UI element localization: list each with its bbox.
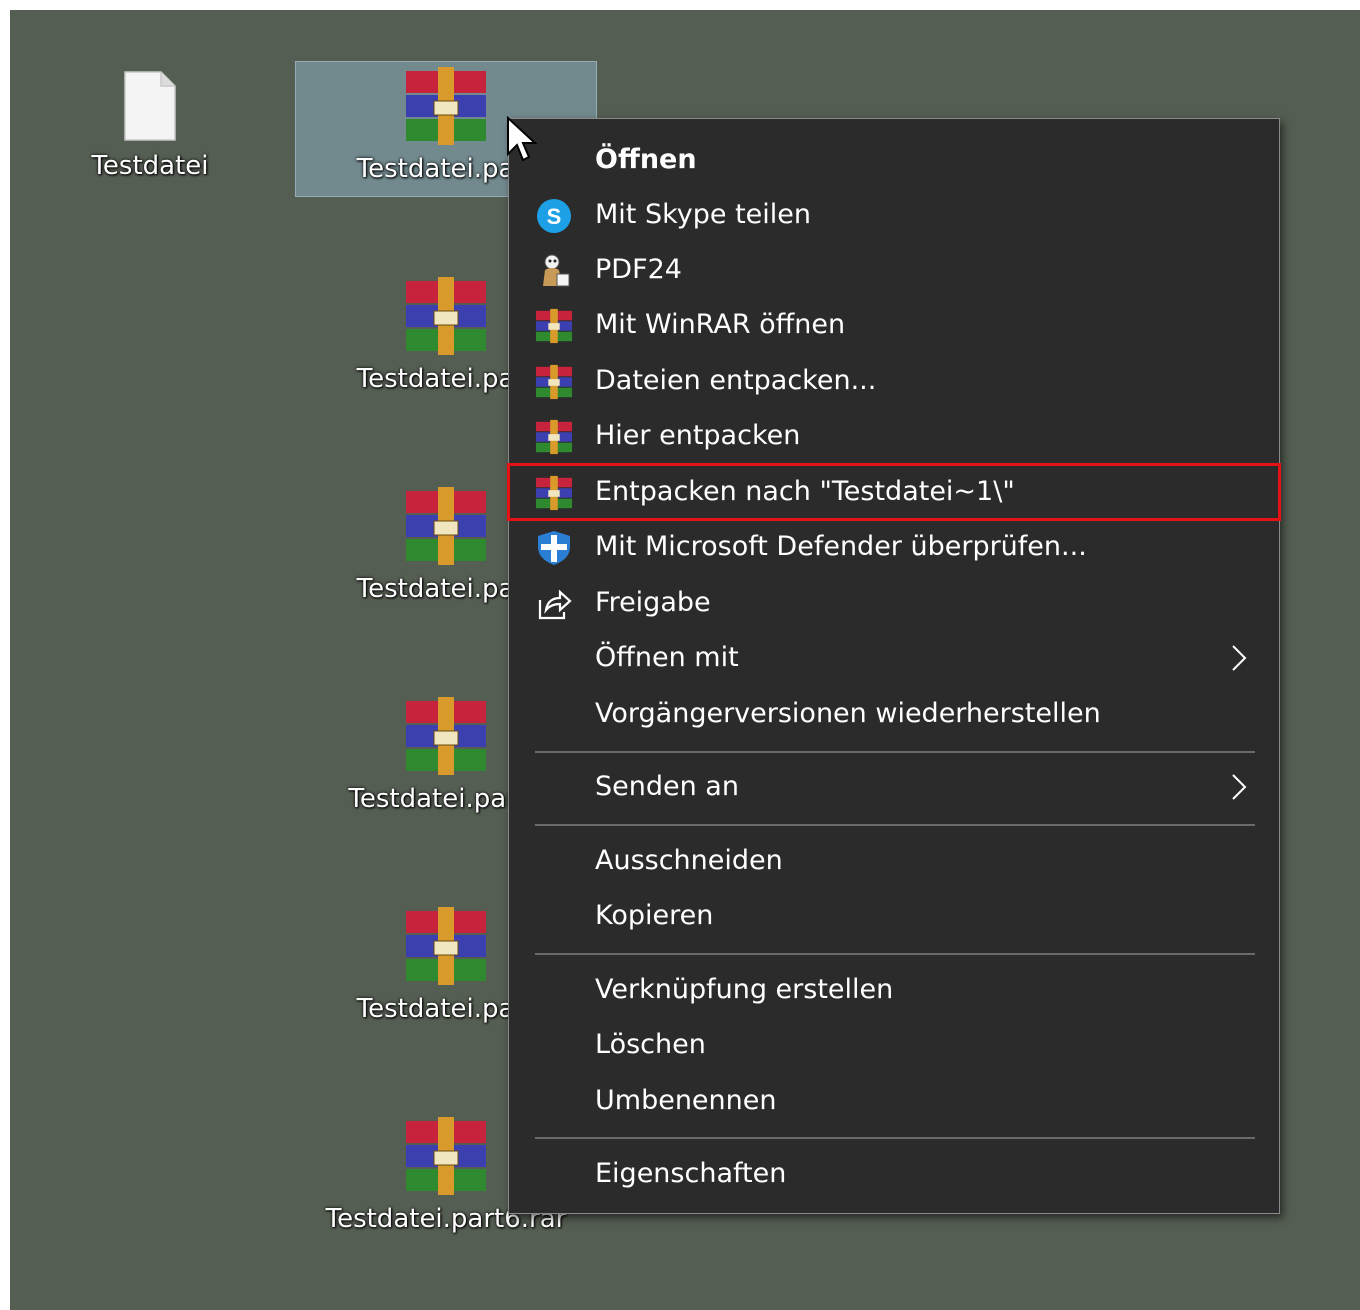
menu-item-pdf24[interactable]: PDF24: [509, 243, 1279, 297]
menu-separator: [535, 824, 1255, 826]
svg-text:S: S: [547, 204, 562, 229]
winrar-archive-icon: [406, 67, 486, 145]
menu-item-verknuepfung-erstellen[interactable]: Verknüpfung erstellen: [509, 963, 1279, 1017]
menu-item-label: Entpacken nach "Testdatei~1\": [595, 476, 1015, 507]
menu-item-label: Eigenschaften: [595, 1158, 787, 1189]
winrar-icon: [535, 363, 573, 401]
menu-item-label: Mit Microsoft Defender überprüfen...: [595, 531, 1087, 562]
chevron-right-icon: [1232, 645, 1247, 671]
defender-shield-icon: [535, 529, 573, 567]
winrar-icon: [535, 418, 573, 456]
menu-item-senden-an[interactable]: Senden an: [509, 760, 1279, 814]
context-menu: Öffnen S Mit Skype teilen PDF24 Mit WinR…: [507, 118, 1281, 1214]
menu-item-oeffnen-mit[interactable]: Öffnen mit: [509, 631, 1279, 685]
menu-item-winrar-oeffnen[interactable]: Mit WinRAR öffnen: [509, 298, 1279, 352]
menu-item-label: Freigabe: [595, 587, 711, 618]
winrar-archive-icon: [406, 277, 486, 355]
menu-separator: [535, 751, 1255, 753]
desktop-icon-label: Testdatei: [91, 151, 209, 181]
winrar-archive-icon: [406, 907, 486, 985]
menu-item-eigenschaften[interactable]: Eigenschaften: [509, 1147, 1279, 1201]
menu-item-label: Verknüpfung erstellen: [595, 974, 894, 1005]
menu-item-kopieren[interactable]: Kopieren: [509, 889, 1279, 943]
menu-item-label: Öffnen mit: [595, 642, 739, 673]
mouse-cursor-icon: [507, 116, 538, 162]
menu-separator: [535, 1137, 1255, 1139]
skype-icon: S: [535, 197, 573, 235]
menu-item-label: PDF24: [595, 254, 682, 285]
menu-item-oeffnen[interactable]: Öffnen: [509, 133, 1279, 187]
menu-item-skype[interactable]: S Mit Skype teilen: [509, 188, 1279, 242]
menu-item-label: Umbenennen: [595, 1085, 777, 1116]
menu-item-dateien-entpacken[interactable]: Dateien entpacken...: [509, 354, 1279, 408]
menu-item-ausschneiden[interactable]: Ausschneiden: [509, 834, 1279, 888]
menu-separator: [535, 953, 1255, 955]
share-icon: [535, 585, 573, 623]
menu-item-label: Mit WinRAR öffnen: [595, 309, 846, 340]
menu-item-entpacken-nach[interactable]: Entpacken nach "Testdatei~1\": [507, 463, 1281, 521]
menu-item-label: Kopieren: [595, 900, 714, 931]
menu-item-hier-entpacken[interactable]: Hier entpacken: [509, 409, 1279, 463]
menu-item-label: Dateien entpacken...: [595, 365, 877, 396]
menu-item-label: Mit Skype teilen: [595, 199, 812, 230]
menu-item-label: Ausschneiden: [595, 845, 783, 876]
menu-item-label: Senden an: [595, 771, 739, 802]
menu-item-loeschen[interactable]: Löschen: [509, 1018, 1279, 1072]
file-icon: [124, 71, 176, 141]
winrar-icon: [535, 474, 573, 512]
winrar-icon: [535, 307, 573, 345]
menu-item-label: Vorgängerversionen wiederherstellen: [595, 698, 1101, 729]
desktop-icon-testdatei[interactable]: Testdatei: [10, 62, 300, 196]
menu-item-label: Hier entpacken: [595, 420, 801, 451]
menu-item-umbenennen[interactable]: Umbenennen: [509, 1074, 1279, 1128]
winrar-archive-icon: [406, 697, 486, 775]
chevron-right-icon: [1232, 774, 1247, 800]
menu-item-vorgaengerversionen[interactable]: Vorgängerversionen wiederherstellen: [509, 687, 1279, 741]
winrar-archive-icon: [406, 487, 486, 565]
menu-item-defender[interactable]: Mit Microsoft Defender überprüfen...: [509, 520, 1279, 574]
menu-item-label: Löschen: [595, 1029, 706, 1060]
winrar-archive-icon: [406, 1117, 486, 1195]
pdf24-icon: [535, 252, 573, 290]
menu-item-freigabe[interactable]: Freigabe: [509, 576, 1279, 630]
menu-item-label: Öffnen: [595, 144, 697, 175]
